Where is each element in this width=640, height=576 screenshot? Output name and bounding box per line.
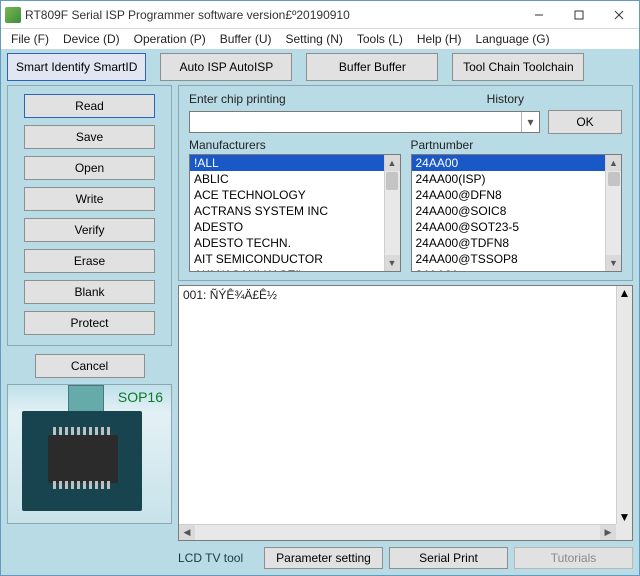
manufacturers-scrollbar[interactable]: ▲ ▼ — [384, 155, 400, 271]
list-item[interactable]: ADESTO — [190, 219, 384, 235]
menu-device[interactable]: Device (D) — [57, 31, 126, 47]
right-column: Enter chip printing History ▾ OK — [178, 85, 633, 569]
window-controls — [519, 1, 639, 28]
list-item[interactable]: ACTRANS SYSTEM INC — [190, 203, 384, 219]
partnumber-label: Partnumber — [411, 138, 623, 152]
chevron-down-icon[interactable]: ▾ — [521, 112, 539, 132]
verify-button[interactable]: Verify — [24, 218, 155, 242]
menubar: File (F) Device (D) Operation (P) Buffer… — [1, 29, 639, 49]
write-button[interactable]: Write — [24, 187, 155, 211]
list-item[interactable]: 24AA00@TDFN8 — [412, 235, 606, 251]
list-item[interactable]: 24AA00@TSSOP8 — [412, 251, 606, 267]
list-item[interactable]: ACE TECHNOLOGY — [190, 187, 384, 203]
socket-chip-icon — [48, 435, 118, 483]
menu-operation[interactable]: Operation (P) — [128, 31, 212, 47]
ok-button[interactable]: OK — [548, 110, 622, 134]
list-item[interactable]: 24AA00@DFN8 — [412, 187, 606, 203]
auto-isp-button[interactable]: Auto ISP AutoISP — [160, 53, 292, 81]
window-title: RT809F Serial ISP Programmer software ve… — [25, 8, 519, 22]
menu-setting[interactable]: Setting (N) — [280, 31, 349, 47]
cancel-button[interactable]: Cancel — [35, 354, 145, 378]
scroll-left-icon[interactable]: ◀ — [179, 525, 195, 540]
parameter-setting-button[interactable]: Parameter setting — [264, 547, 383, 569]
open-button[interactable]: Open — [24, 156, 155, 180]
read-button[interactable]: Read — [24, 94, 155, 118]
toolchain-button[interactable]: Tool Chain Toolchain — [452, 53, 584, 81]
list-item[interactable]: AKM(ASAHI KASEI) — [190, 267, 384, 271]
socket-clip-icon — [68, 385, 104, 413]
chip-select-frame: Enter chip printing History ▾ OK — [178, 85, 633, 281]
log-vscrollbar[interactable]: ▲ ▼ — [616, 286, 632, 524]
save-button[interactable]: Save — [24, 125, 155, 149]
log-hscrollbar[interactable]: ◀ ▶ — [179, 524, 616, 540]
socket-pins-top-icon — [53, 427, 113, 435]
list-item[interactable]: 24AA00(ISP) — [412, 171, 606, 187]
lists-row: Manufacturers !ALL ABLIC ACE TECHNOLOGY … — [189, 138, 622, 272]
log-box: 001: ÑÝÊ¾Ä£Ê½ ▲ ▼ ◀ ▶ — [178, 285, 633, 541]
list-item[interactable]: 24AA01 — [412, 267, 606, 271]
tutorials-button[interactable]: Tutorials — [514, 547, 633, 569]
serial-print-button[interactable]: Serial Print — [389, 547, 508, 569]
socket-label: SOP16 — [118, 389, 163, 405]
scroll-down-icon[interactable]: ▼ — [385, 255, 400, 271]
menu-help[interactable]: Help (H) — [411, 31, 468, 47]
list-item[interactable]: ADESTO TECHN. — [190, 235, 384, 251]
top-button-row: Smart Identify SmartID Auto ISP AutoISP … — [7, 53, 633, 81]
socket-pins-bottom-icon — [53, 481, 113, 489]
manufacturers-label: Manufacturers — [189, 138, 401, 152]
partnumber-scrollbar[interactable]: ▲ ▼ — [605, 155, 621, 271]
menu-buffer[interactable]: Buffer (U) — [214, 31, 278, 47]
partnumber-list[interactable]: 24AA00 24AA00(ISP) 24AA00@DFN8 24AA00@SO… — [411, 154, 623, 272]
chip-entry-row: Enter chip printing History — [189, 92, 622, 106]
titlebar: RT809F Serial ISP Programmer software ve… — [1, 1, 639, 29]
list-item[interactable]: !ALL — [190, 155, 384, 171]
maximize-button[interactable] — [559, 1, 599, 28]
log-content: 001: ÑÝÊ¾Ä£Ê½ — [183, 288, 614, 522]
body: Read Save Open Write Verify Erase Blank … — [7, 85, 633, 569]
scroll-thumb[interactable] — [386, 172, 398, 190]
erase-button[interactable]: Erase — [24, 249, 155, 273]
log-line: 001: ÑÝÊ¾Ä£Ê½ — [183, 288, 614, 302]
bottom-row: LCD TV tool Parameter setting Serial Pri… — [178, 545, 633, 569]
close-button[interactable] — [599, 1, 639, 28]
scroll-thumb[interactable] — [608, 172, 620, 186]
list-item[interactable]: 24AA00@SOIC8 — [412, 203, 606, 219]
operation-group: Read Save Open Write Verify Erase Blank … — [7, 85, 172, 346]
enter-chip-label: Enter chip printing — [189, 92, 286, 106]
client-area: Smart Identify SmartID Auto ISP AutoISP … — [1, 49, 639, 575]
scroll-down-icon[interactable]: ▼ — [619, 510, 631, 524]
list-item[interactable]: AIT SEMICONDUCTOR — [190, 251, 384, 267]
partnumber-column: Partnumber 24AA00 24AA00(ISP) 24AA00@DFN… — [411, 138, 623, 272]
blank-button[interactable]: Blank — [24, 280, 155, 304]
scroll-down-icon[interactable]: ▼ — [606, 255, 621, 271]
app-icon — [5, 7, 21, 23]
chip-combo[interactable]: ▾ — [189, 111, 540, 133]
socket-preview: SOP16 — [7, 384, 172, 524]
scroll-up-icon[interactable]: ▲ — [385, 155, 400, 171]
list-item[interactable]: 24AA00 — [412, 155, 606, 171]
menu-language[interactable]: Language (G) — [470, 31, 556, 47]
chip-entry-controls: ▾ OK — [189, 110, 622, 134]
cancel-wrap: Cancel — [7, 352, 172, 384]
buffer-button[interactable]: Buffer Buffer — [306, 53, 438, 81]
scroll-up-icon[interactable]: ▲ — [606, 155, 621, 171]
list-item[interactable]: ABLIC — [190, 171, 384, 187]
list-item[interactable]: 24AA00@SOT23-5 — [412, 219, 606, 235]
smart-identify-button[interactable]: Smart Identify SmartID — [7, 53, 146, 81]
scroll-corner — [616, 524, 632, 540]
app-window: RT809F Serial ISP Programmer software ve… — [0, 0, 640, 576]
history-label: History — [487, 92, 524, 106]
protect-button[interactable]: Protect — [24, 311, 155, 335]
minimize-button[interactable] — [519, 1, 559, 28]
menu-tools[interactable]: Tools (L) — [351, 31, 409, 47]
manufacturers-list[interactable]: !ALL ABLIC ACE TECHNOLOGY ACTRANS SYSTEM… — [189, 154, 401, 272]
lcd-tv-tool-label: LCD TV tool — [178, 547, 258, 569]
manufacturers-column: Manufacturers !ALL ABLIC ACE TECHNOLOGY … — [189, 138, 401, 272]
left-column: Read Save Open Write Verify Erase Blank … — [7, 85, 172, 569]
menu-file[interactable]: File (F) — [5, 31, 55, 47]
scroll-up-icon[interactable]: ▲ — [619, 286, 631, 300]
scroll-right-icon[interactable]: ▶ — [600, 525, 616, 540]
